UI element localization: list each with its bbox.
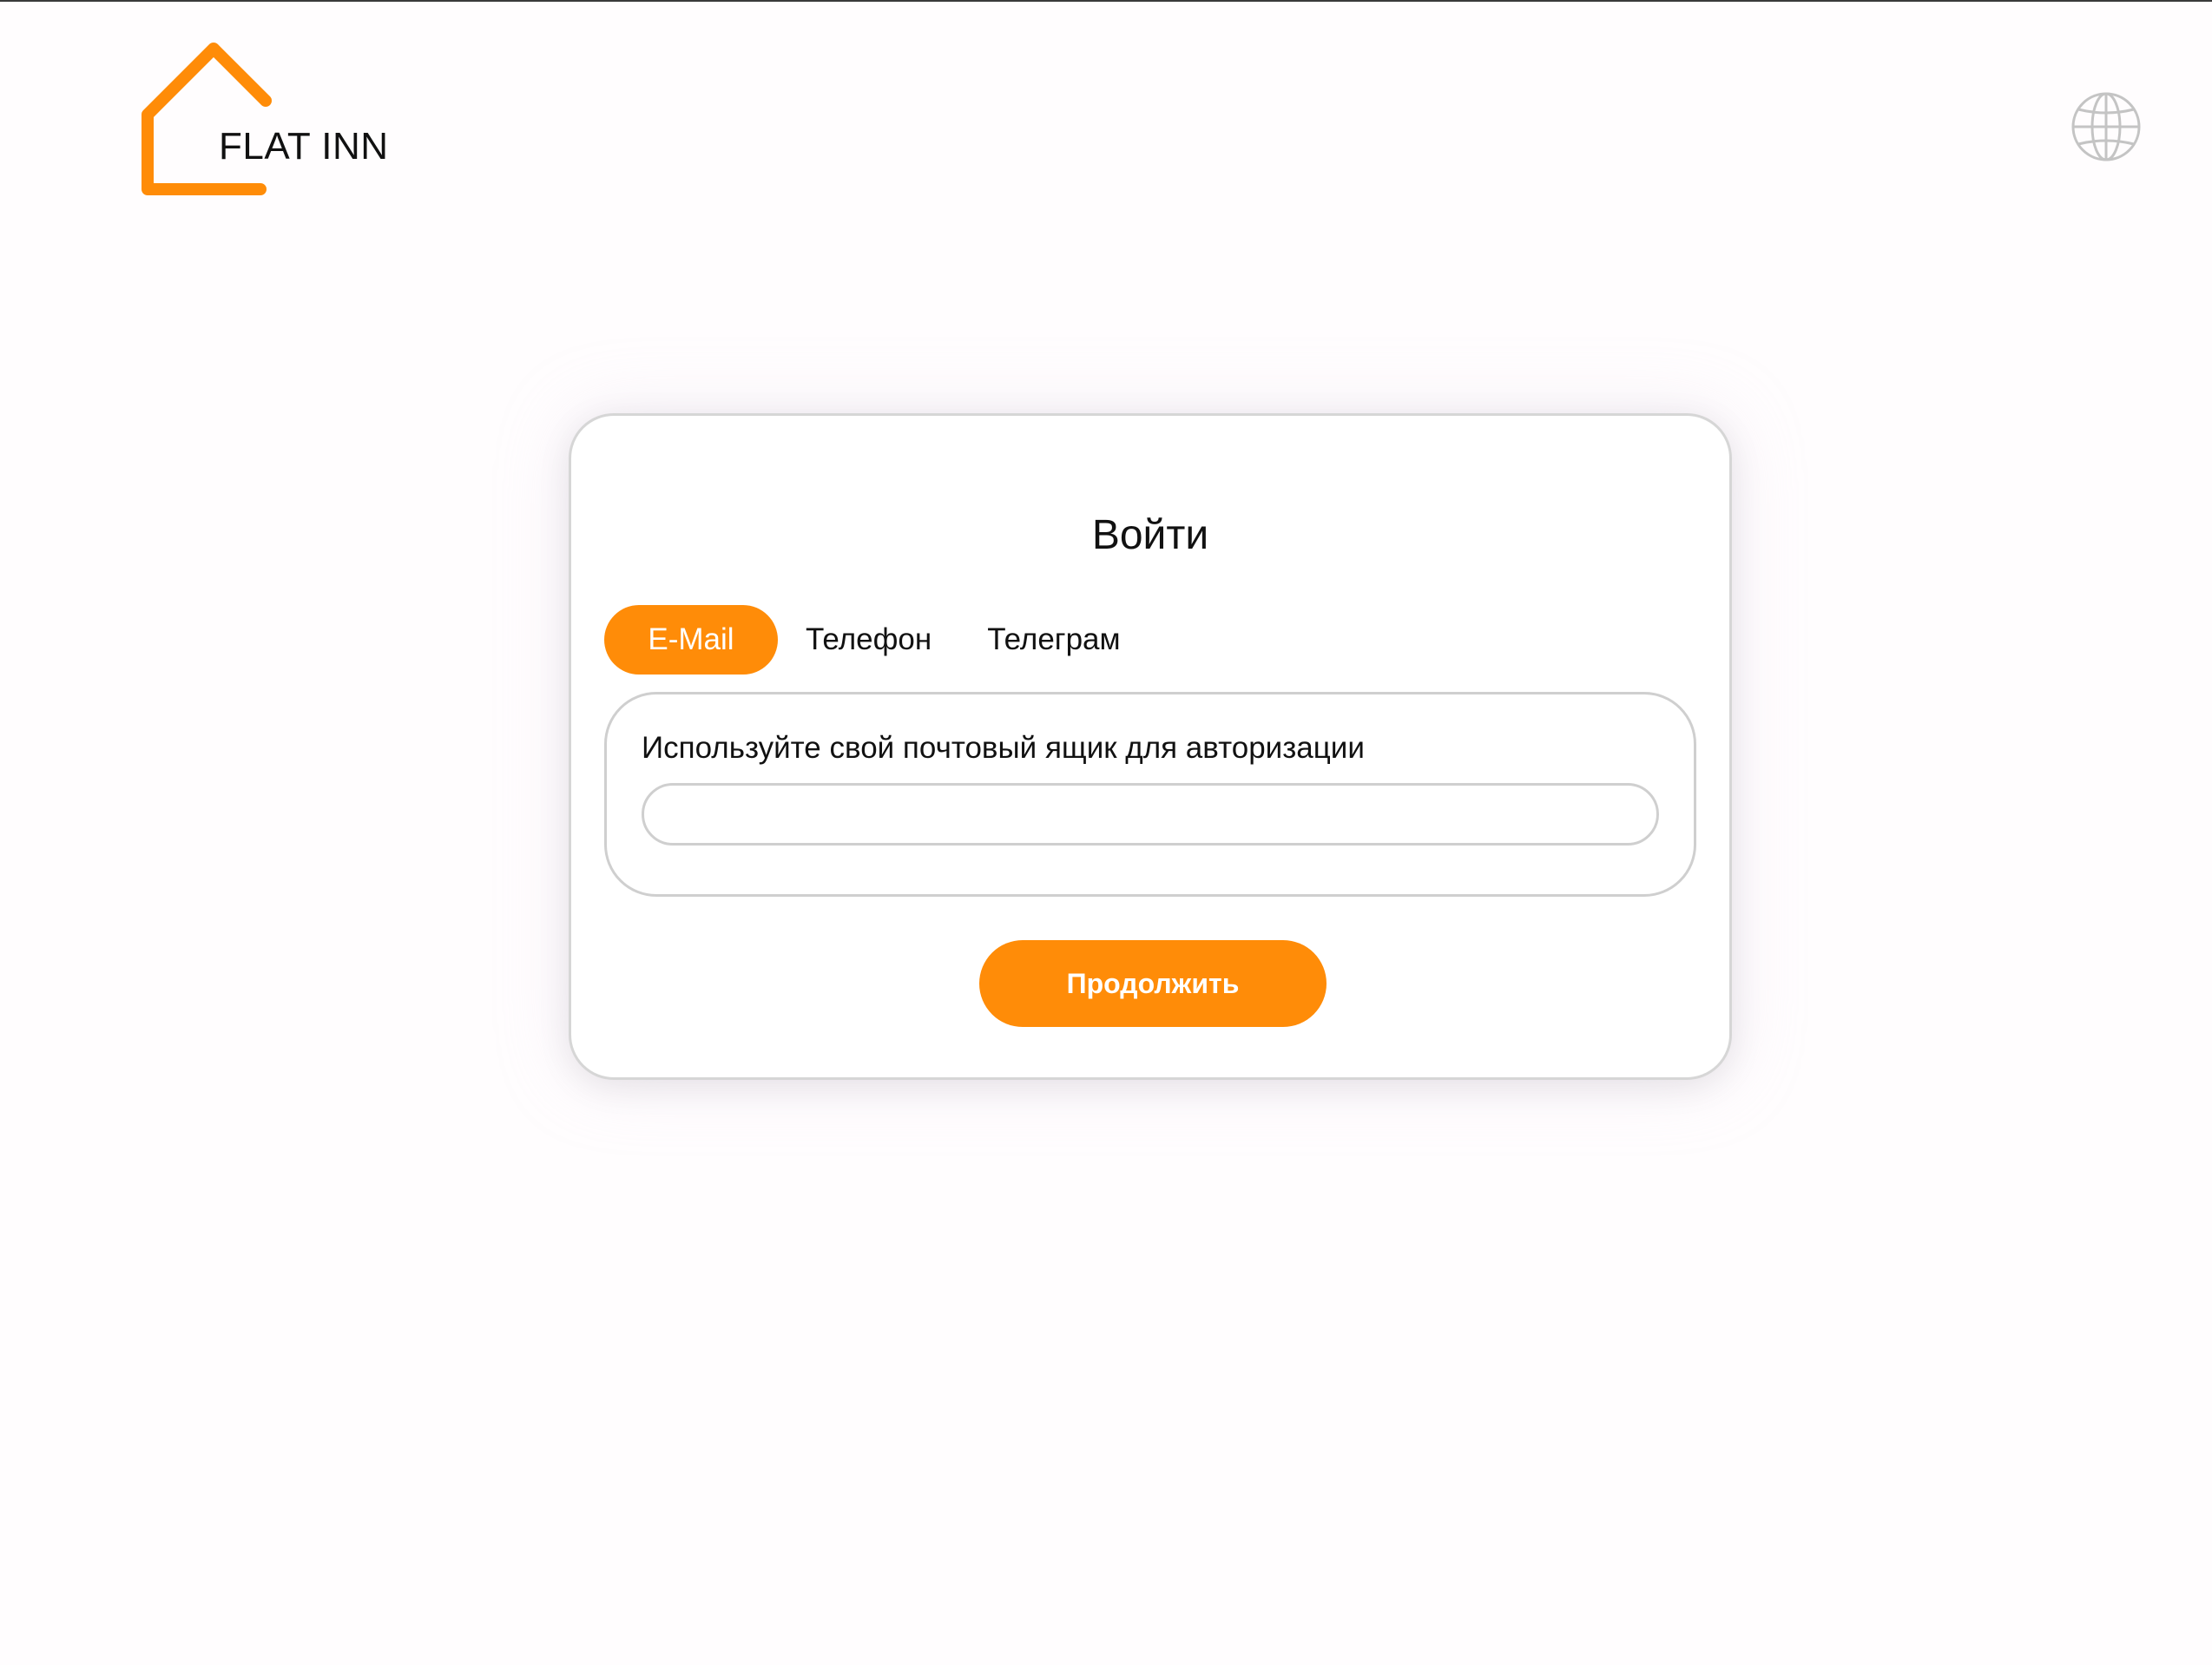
tab-phone[interactable]: Телефон — [778, 605, 959, 675]
email-field-group: Используйте свой почтовый ящик для автор… — [604, 692, 1696, 897]
login-method-tabs: E-Mail Телефон Телеграм — [604, 605, 1149, 675]
continue-button[interactable]: Продолжить — [979, 940, 1327, 1027]
logo[interactable]: FLAT INN — [139, 23, 425, 205]
tab-email-label: E-Mail — [648, 622, 734, 656]
page: FLAT INN Войти E-Mail Телефон Телеграм И… — [0, 0, 2212, 1665]
tab-telegram[interactable]: Телеграм — [959, 605, 1148, 675]
login-card: Войти E-Mail Телефон Телеграм Используйт… — [569, 413, 1732, 1080]
email-field-label: Используйте свой почтовый ящик для автор… — [642, 731, 1365, 765]
language-button[interactable] — [2070, 90, 2143, 163]
globe-icon — [2071, 92, 2141, 161]
login-title: Войти — [1091, 512, 1209, 558]
logo-text: FLAT INN — [219, 125, 389, 168]
tab-telegram-label: Телеграм — [987, 622, 1121, 656]
email-input[interactable] — [642, 783, 1659, 846]
tab-phone-label: Телефон — [806, 622, 932, 656]
tab-email[interactable]: E-Mail — [604, 605, 778, 675]
house-logo-icon — [142, 43, 272, 195]
